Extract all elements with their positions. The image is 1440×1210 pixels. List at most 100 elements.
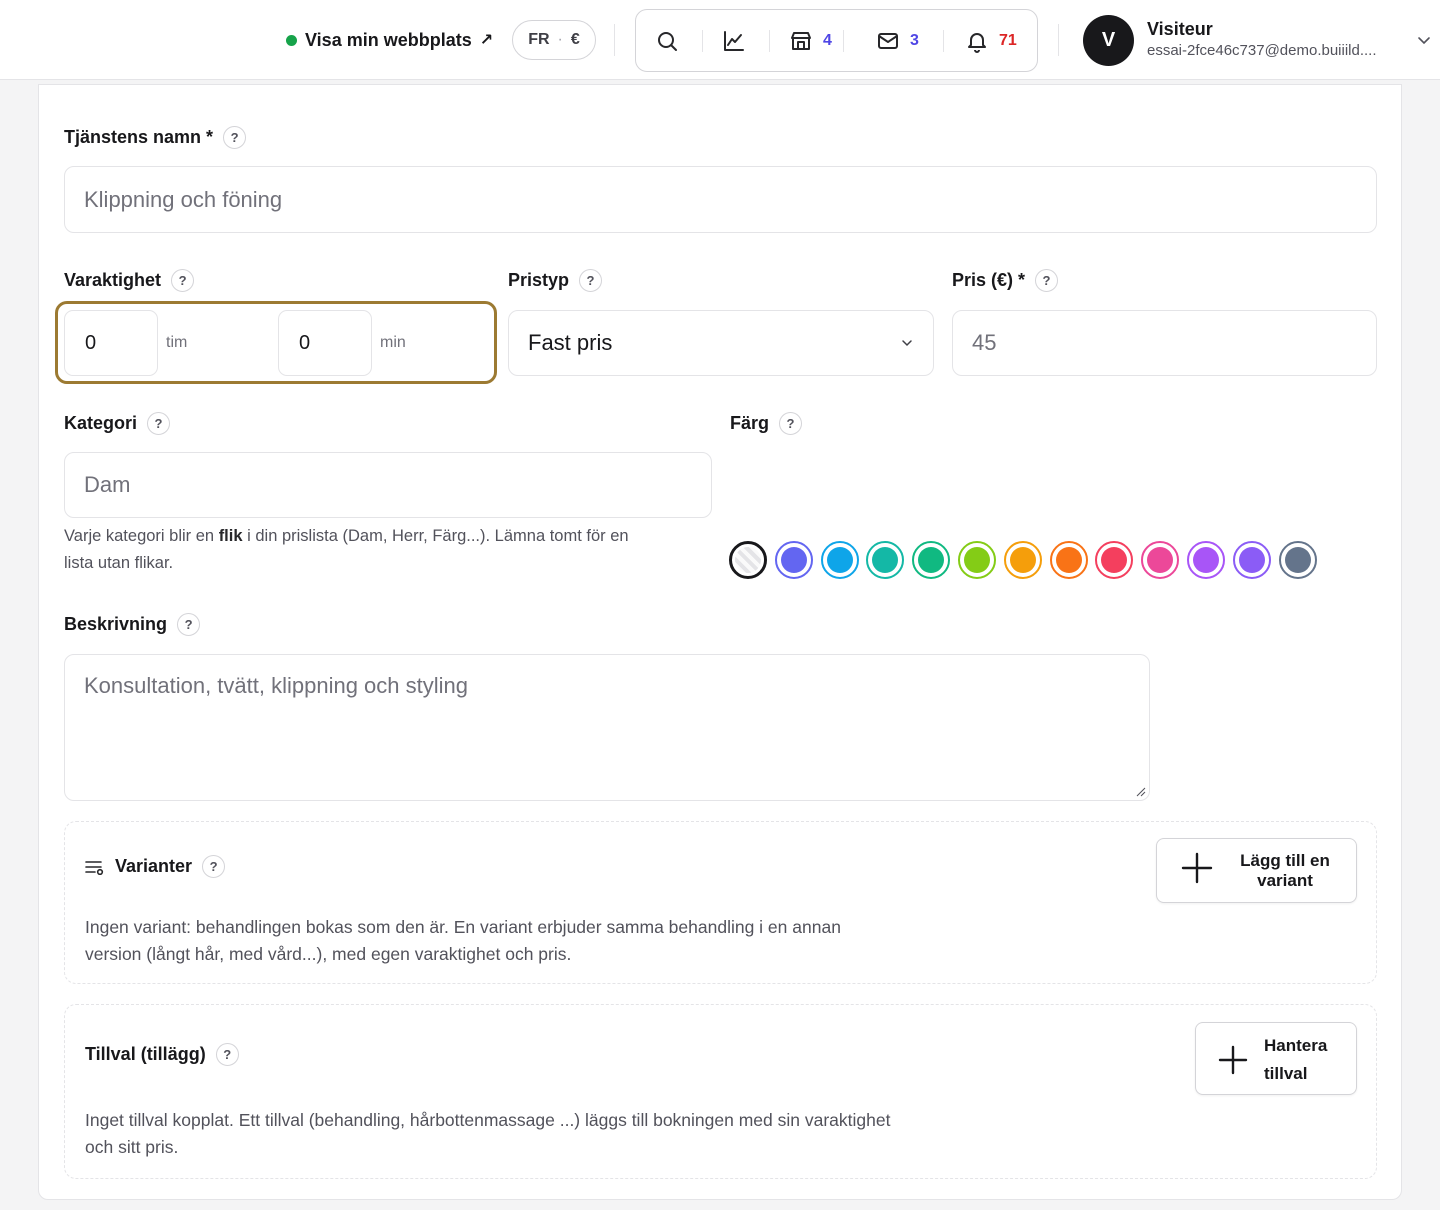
help-icon[interactable]: ? bbox=[779, 412, 803, 435]
service-name-input[interactable]: Klippning och föning bbox=[64, 166, 1377, 233]
chevron-down-icon[interactable] bbox=[1416, 30, 1432, 50]
color-swatch[interactable] bbox=[1049, 541, 1088, 579]
price-value: 45 bbox=[972, 330, 997, 355]
manage-addons-label-line: tillval bbox=[1264, 1064, 1308, 1083]
online-status-dot bbox=[286, 34, 297, 46]
service-name-label: Tjänstens namn * ? bbox=[64, 126, 247, 149]
category-hint-text: i din prislista (Dam, Herr, Färg...). Lä… bbox=[242, 527, 629, 545]
minutes-input[interactable]: 0 bbox=[278, 310, 372, 376]
help-icon[interactable]: ? bbox=[215, 1043, 239, 1066]
quick-actions-bar: 4 3 71 bbox=[635, 9, 1038, 72]
bell-icon bbox=[968, 32, 986, 53]
service-form-card: Tjänstens namn * ? Klippning och föning … bbox=[38, 84, 1402, 1200]
help-icon[interactable]: ? bbox=[202, 855, 226, 878]
description-label: Beskrivning ? bbox=[64, 613, 201, 636]
description-placeholder: Konsultation, tvätt, klippning och styli… bbox=[84, 673, 469, 698]
resize-handle-icon[interactable] bbox=[1135, 786, 1146, 797]
notification-count-badge: 71 bbox=[999, 31, 1017, 49]
hours-unit: tim bbox=[166, 334, 188, 351]
color-swatch-none-selected[interactable] bbox=[729, 541, 767, 579]
search-button[interactable] bbox=[655, 10, 679, 71]
help-icon[interactable]: ? bbox=[171, 269, 195, 292]
visit-site-link[interactable]: Visa min webbplats ↗ bbox=[286, 27, 493, 53]
store-icon bbox=[791, 31, 811, 50]
messages-button[interactable]: 3 bbox=[876, 10, 919, 71]
stats-button[interactable] bbox=[722, 10, 746, 71]
addons-description: Inget tillval kopplat. Ett tillval (beha… bbox=[85, 1107, 1085, 1161]
addons-title: Tillval (tillägg) ? bbox=[85, 1043, 239, 1066]
variants-title-text: Varianter bbox=[115, 856, 193, 876]
manage-addons-label-line: Hantera bbox=[1264, 1036, 1328, 1055]
help-icon[interactable]: ? bbox=[147, 412, 171, 435]
duration-group: 0 tim 0 min bbox=[55, 301, 497, 384]
category-input[interactable]: Dam bbox=[64, 452, 712, 518]
variants-description-line: Ingen variant: behandlingen bokas som de… bbox=[85, 917, 841, 937]
duration-label: Varaktighet ? bbox=[64, 269, 195, 292]
category-hint-text: lista utan flikar. bbox=[64, 554, 174, 572]
add-variant-label: Lägg till en variant bbox=[1233, 851, 1337, 891]
description-textarea[interactable]: Konsultation, tvätt, klippning och styli… bbox=[64, 654, 1150, 801]
color-swatch[interactable] bbox=[1187, 541, 1225, 579]
top-bar: Visa min webbplats ↗ FR · € 4 3 71 V Vis… bbox=[0, 0, 1440, 80]
duration-label-text: Varaktighet bbox=[64, 270, 162, 290]
manage-addons-label: Hantera tillval bbox=[1264, 1032, 1327, 1088]
visit-site-label: Visa min webbplats bbox=[305, 29, 472, 50]
price-type-select[interactable]: Fast pris bbox=[508, 310, 934, 376]
color-label: Färg ? bbox=[730, 412, 803, 435]
service-name-placeholder: Klippning och föning bbox=[84, 186, 283, 212]
divider bbox=[843, 30, 844, 52]
list-settings-icon bbox=[85, 860, 104, 875]
category-label: Kategori ? bbox=[64, 412, 171, 435]
add-variant-button[interactable]: Lägg till en variant bbox=[1156, 838, 1357, 903]
user-name: Visiteur bbox=[1147, 19, 1213, 39]
search-icon bbox=[658, 31, 677, 51]
color-swatch[interactable] bbox=[866, 541, 905, 579]
help-icon[interactable]: ? bbox=[177, 613, 201, 636]
chart-line-icon bbox=[724, 30, 744, 51]
manage-addons-button[interactable]: Hantera tillval bbox=[1195, 1022, 1357, 1095]
color-swatch[interactable] bbox=[1278, 541, 1317, 579]
notifications-button[interactable]: 71 bbox=[965, 10, 1017, 71]
color-swatch[interactable] bbox=[1095, 541, 1134, 579]
variants-panel: Varianter ? Lägg till en variant Ingen v… bbox=[64, 821, 1377, 984]
color-swatch[interactable] bbox=[912, 541, 951, 579]
language-currency-switcher[interactable]: FR · € bbox=[512, 20, 596, 60]
addons-description-line: Inget tillval kopplat. Ett tillval (beha… bbox=[85, 1110, 891, 1130]
color-swatch[interactable] bbox=[1232, 541, 1271, 579]
divider bbox=[769, 30, 770, 52]
description-label-text: Beskrivning bbox=[64, 614, 168, 634]
add-variant-label-line: variant bbox=[1257, 871, 1313, 890]
variants-description: Ingen variant: behandlingen bokas som de… bbox=[85, 914, 1085, 968]
plus-icon bbox=[1181, 851, 1213, 891]
external-link-icon: ↗ bbox=[479, 32, 494, 49]
color-swatch[interactable] bbox=[1003, 541, 1042, 579]
color-swatch[interactable] bbox=[1141, 541, 1180, 579]
category-hint: Varje kategori blir en flik i din prisli… bbox=[64, 523, 724, 577]
avatar[interactable]: V bbox=[1083, 15, 1134, 66]
price-type-value: Fast pris bbox=[528, 330, 613, 355]
variants-title: Varianter ? bbox=[85, 855, 226, 878]
color-swatch[interactable] bbox=[958, 541, 996, 579]
color-label-text: Färg bbox=[730, 413, 770, 433]
currency-symbol: € bbox=[570, 31, 580, 48]
addons-description-line: och sitt pris. bbox=[85, 1137, 179, 1157]
divider bbox=[943, 30, 944, 52]
minutes-unit: min bbox=[380, 334, 406, 351]
color-swatch[interactable] bbox=[774, 541, 813, 579]
separator-dot: · bbox=[557, 31, 563, 48]
price-input[interactable]: 45 bbox=[952, 310, 1377, 376]
hours-input[interactable]: 0 bbox=[64, 310, 158, 376]
shop-orders-button[interactable]: 4 bbox=[789, 10, 832, 71]
mail-count-badge: 3 bbox=[910, 31, 919, 49]
divider bbox=[1058, 24, 1059, 56]
price-type-label-text: Pristyp bbox=[508, 270, 570, 290]
help-icon[interactable]: ? bbox=[579, 269, 603, 292]
add-variant-label-line: Lägg till en bbox=[1240, 851, 1330, 870]
help-icon[interactable]: ? bbox=[1035, 269, 1059, 292]
help-icon[interactable]: ? bbox=[223, 126, 247, 149]
user-email: essai-2fce46c737@demo.buiiild.... bbox=[1147, 42, 1377, 59]
mail-icon bbox=[878, 32, 898, 49]
category-label-text: Kategori bbox=[64, 413, 138, 433]
addons-title-text: Tillval (tillägg) bbox=[85, 1044, 206, 1064]
color-swatch[interactable] bbox=[820, 541, 859, 579]
